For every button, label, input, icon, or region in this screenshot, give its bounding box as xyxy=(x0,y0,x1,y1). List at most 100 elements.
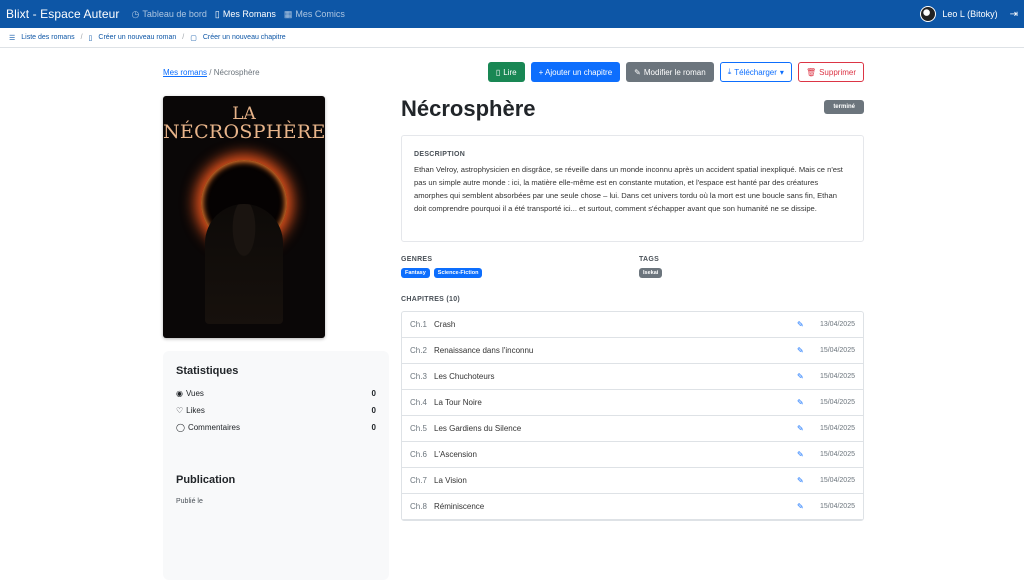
stat-row-likes: ♡ Likes 0 xyxy=(176,406,376,415)
chapter-row[interactable]: Ch.2 Renaissance dans l'inconnu ✎ 15/04/… xyxy=(402,338,863,364)
read-button[interactable]: ▯ Lire xyxy=(487,62,525,82)
chapter-row[interactable]: Ch.4 La Tour Noire ✎ 15/04/2025 xyxy=(402,390,863,416)
user-menu: Leo L (Bitoky) ⇥ xyxy=(920,6,1018,22)
chapter-number: Ch.6 xyxy=(410,450,427,459)
breadcrumb-parent-link[interactable]: Mes romans xyxy=(163,68,207,77)
comment-icon: ◯ xyxy=(176,423,185,432)
subnav-create-novel[interactable]: Créer un nouveau roman xyxy=(98,34,176,41)
avatar[interactable] xyxy=(920,6,937,22)
chapter-row[interactable]: Ch.8 Réminiscence ✎ 15/04/2025 xyxy=(402,494,863,520)
genre-badge: Science-Fiction xyxy=(433,268,483,278)
trash-icon: 🗑 xyxy=(805,67,817,77)
action-toolbar: ▯ Lire + Ajouter un chapitre ✎ Modifier … xyxy=(487,62,864,82)
nav-my-comics[interactable]: ▦ Mes Comics xyxy=(284,9,345,20)
separator: / xyxy=(80,34,83,41)
nav-my-novels-label: Mes Romans xyxy=(222,9,276,19)
chapter-row[interactable]: Ch.6 L'Ascension ✎ 15/04/2025 xyxy=(402,442,863,468)
pencil-icon[interactable]: ✎ xyxy=(797,320,817,329)
chapter-number: Ch.7 xyxy=(410,476,427,485)
download-button[interactable]: ⤓ Télécharger ▾ xyxy=(719,62,792,82)
add-chapter-button[interactable]: + Ajouter un chapitre xyxy=(530,62,621,82)
chapter-title[interactable]: La Vision xyxy=(434,476,797,485)
description-label: DESCRIPTION xyxy=(414,151,466,158)
delete-button[interactable]: 🗑 Supprimer xyxy=(797,62,864,82)
pencil-icon[interactable]: ✎ xyxy=(797,346,817,355)
subnav-create-chapter[interactable]: Créer un nouveau chapitre xyxy=(203,34,286,41)
chapter-row[interactable]: Ch.1 Crash ✎ 13/04/2025 xyxy=(402,312,863,338)
publication-title: Publication xyxy=(176,474,236,486)
stat-label: Commentaires xyxy=(187,423,240,432)
breadcrumb-separator: / xyxy=(209,68,212,77)
pencil-icon[interactable]: ✎ xyxy=(797,450,817,459)
eye-icon: ◉ xyxy=(176,389,183,398)
page-title: Nécrosphère xyxy=(401,96,536,121)
separator: / xyxy=(182,34,185,41)
grid-icon: ▦ xyxy=(283,8,293,19)
chapter-date: 15/04/2025 xyxy=(819,425,855,432)
chapter-date: 15/04/2025 xyxy=(819,373,855,380)
pencil-icon[interactable]: ✎ xyxy=(797,424,817,433)
chapter-row[interactable]: Ch.7 La Vision ✎ 15/04/2025 xyxy=(402,468,863,494)
heart-icon: ♡ xyxy=(176,406,184,415)
chapter-date: 15/04/2025 xyxy=(819,347,855,354)
nav-dashboard[interactable]: ◷ Tableau de bord xyxy=(132,9,207,20)
top-navbar: Blixt - Espace Auteur ◷ Tableau de bord … xyxy=(0,0,1024,28)
chapters-label: CHAPITRES (10) xyxy=(401,296,461,303)
dashboard-icon: ◷ xyxy=(131,8,140,19)
pencil-icon: ✎ xyxy=(634,67,641,77)
list-icon: ☰ xyxy=(9,34,16,42)
logout-icon[interactable]: ⇥ xyxy=(1010,9,1018,20)
chapter-title[interactable]: Renaissance dans l'inconnu xyxy=(434,346,797,355)
tags-label: TAGS xyxy=(639,256,660,263)
chapter-row[interactable]: Ch.5 Les Gardiens du Silence ✎ 15/04/202… xyxy=(402,416,863,442)
pencil-icon[interactable]: ✎ xyxy=(797,476,817,485)
status-badge: terminé xyxy=(824,100,864,114)
brand-logo[interactable]: Blixt - Espace Auteur xyxy=(6,7,120,21)
pencil-icon[interactable]: ✎ xyxy=(797,372,817,381)
book-icon: ▯ xyxy=(88,34,93,42)
stat-value: 0 xyxy=(371,389,376,398)
chapter-title[interactable]: Les Gardiens du Silence xyxy=(434,424,797,433)
genres-label: GENRES xyxy=(401,256,433,263)
stats-title: Statistiques xyxy=(176,365,239,377)
cover-image: LA NÉCROSPHÈRE xyxy=(163,96,325,338)
download-label: Télécharger xyxy=(734,67,777,77)
chapter-date: 13/04/2025 xyxy=(819,321,855,328)
chapter-number: Ch.8 xyxy=(410,502,427,511)
chapter-date: 15/04/2025 xyxy=(819,399,855,406)
stat-value: 0 xyxy=(371,423,376,432)
read-button-label: Lire xyxy=(503,67,517,77)
chapter-title[interactable]: L'Ascension xyxy=(434,450,797,459)
edit-novel-label: Modifier le roman xyxy=(643,67,706,77)
pencil-icon[interactable]: ✎ xyxy=(797,398,817,407)
chapter-title[interactable]: Crash xyxy=(434,320,797,329)
stat-label: Likes xyxy=(186,406,205,415)
chapter-title[interactable]: Réminiscence xyxy=(434,502,797,511)
genre-badge: Fantasy xyxy=(401,268,430,278)
edit-novel-button[interactable]: ✎ Modifier le roman xyxy=(626,62,714,82)
subnav-novel-list[interactable]: Liste des romans xyxy=(21,34,74,41)
description-text: Ethan Velroy, astrophysicien en disgrâce… xyxy=(414,165,843,213)
sub-navigation: ☰ Liste des romans / ▯ Créer un nouveau … xyxy=(0,28,1024,48)
user-name[interactable]: Leo L (Bitoky) xyxy=(942,9,997,19)
chapter-date: 15/04/2025 xyxy=(819,477,855,484)
stat-row-comments: ◯ Commentaires 0 xyxy=(176,423,376,432)
publication-card: Publication Publié le xyxy=(163,460,389,580)
chapter-number: Ch.2 xyxy=(410,346,427,355)
chapter-list: Ch.1 Crash ✎ 13/04/2025 Ch.2 Renaissance… xyxy=(401,311,864,521)
pencil-icon[interactable]: ✎ xyxy=(797,502,817,511)
nav-my-comics-label: Mes Comics xyxy=(295,9,345,19)
download-icon: ⤓ xyxy=(727,67,732,76)
cover-title-line2: NÉCROSPHÈRE xyxy=(163,121,325,143)
chapter-title[interactable]: Les Chuchoteurs xyxy=(434,372,797,381)
book-open-icon: ▯ xyxy=(495,67,501,77)
genres-section: GENRES Fantasy Science-Fiction xyxy=(401,256,483,278)
chapter-title[interactable]: La Tour Noire xyxy=(434,398,797,407)
tag-badge: Isekai xyxy=(639,268,663,278)
chapter-row[interactable]: Ch.3 Les Chuchoteurs ✎ 15/04/2025 xyxy=(402,364,863,390)
stat-row-views: ◉ Vues 0 xyxy=(176,389,376,398)
chapter-date: 15/04/2025 xyxy=(819,451,855,458)
file-icon: ▢ xyxy=(190,34,197,42)
nav-my-novels[interactable]: ▯ Mes Romans xyxy=(215,9,276,20)
stat-label: Vues xyxy=(185,389,204,398)
